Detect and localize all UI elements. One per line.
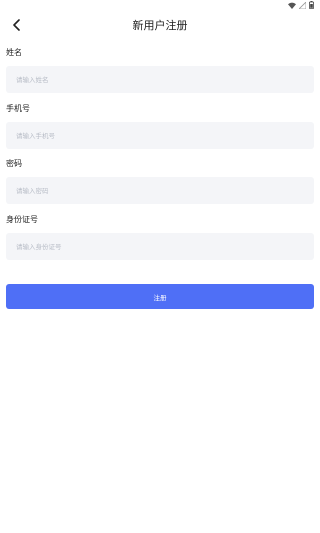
phone-input[interactable] <box>6 122 314 149</box>
status-icons <box>288 0 314 10</box>
password-label: 密码 <box>6 159 22 168</box>
battery-icon <box>309 1 314 9</box>
signal-icon <box>299 1 306 9</box>
name-label: 姓名 <box>6 48 22 57</box>
password-input[interactable] <box>6 177 314 204</box>
wifi-icon <box>288 2 296 9</box>
nav-bar: 新用户注册 <box>0 10 320 40</box>
status-bar <box>0 0 320 10</box>
id-number-input[interactable] <box>6 233 314 260</box>
id-number-label: 身份证号 <box>6 215 38 224</box>
page-title: 新用户注册 <box>132 19 188 32</box>
register-button[interactable]: 注册 <box>6 284 314 309</box>
name-input[interactable] <box>6 66 314 93</box>
phone-label: 手机号 <box>6 104 30 113</box>
